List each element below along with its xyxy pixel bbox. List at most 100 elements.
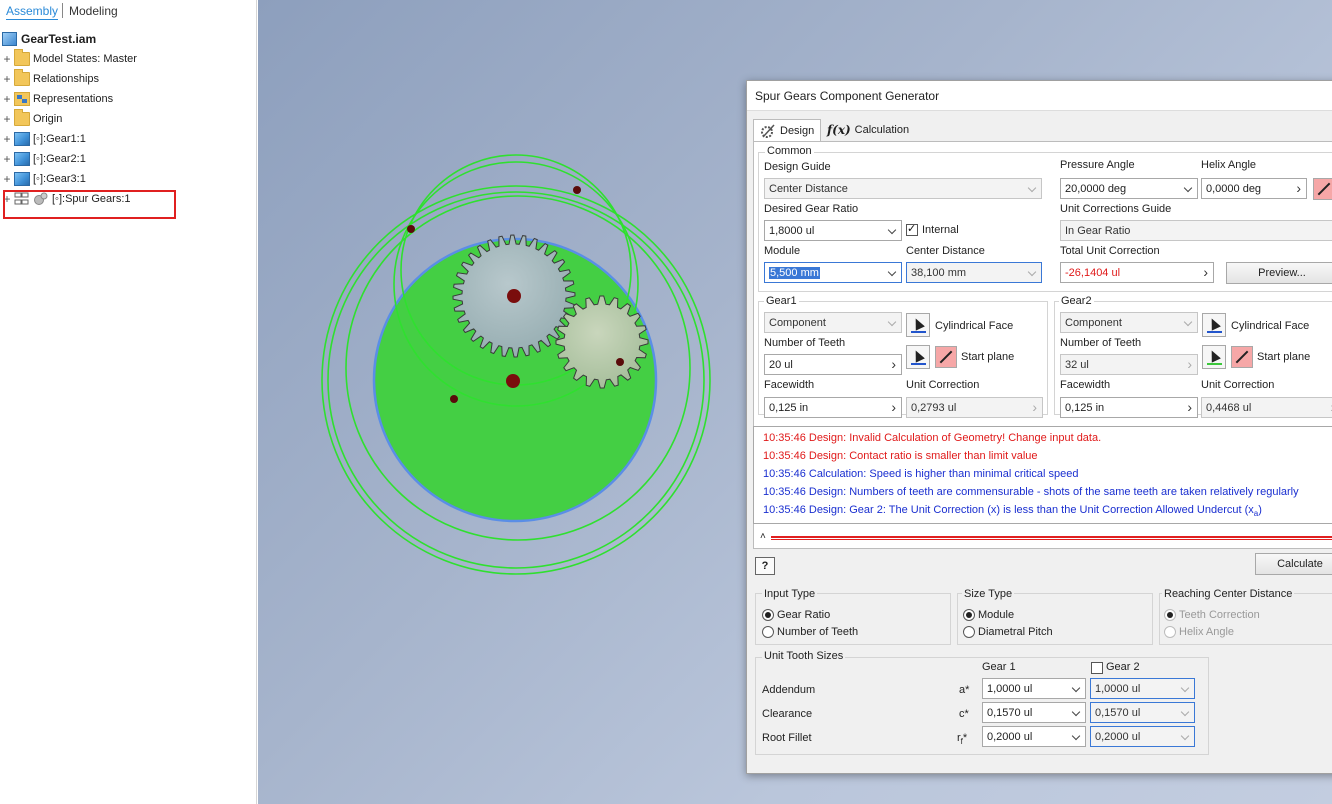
representations-icon xyxy=(14,92,30,106)
tab-modeling[interactable]: Modeling xyxy=(69,4,118,18)
helix-angle-radio-label: Helix Angle xyxy=(1179,626,1235,638)
gear2-start-plane-label: Start plane xyxy=(1257,351,1311,363)
face-indicator-icon xyxy=(1207,331,1222,333)
folder-icon xyxy=(14,69,30,86)
root-fillet-symbol: rf* xyxy=(957,732,967,746)
selection-highlight xyxy=(3,190,176,219)
gear2-flip-button[interactable] xyxy=(1231,346,1253,368)
tree-item-relationships[interactable]: + Relationships xyxy=(0,69,99,89)
total-unit-corr-label: Total Unit Correction xyxy=(1060,245,1160,257)
calculate-button[interactable]: Calculate xyxy=(1255,553,1332,575)
gear1-group-label: Gear1 xyxy=(764,295,799,307)
tree-item-gear2[interactable]: + [◦]:Gear2:1 xyxy=(0,149,86,169)
number-of-teeth-label: Number of Teeth xyxy=(777,626,859,638)
reaching-center-distance-label: Reaching Center Distance xyxy=(1162,588,1295,600)
tree-root[interactable]: GearTest.iam xyxy=(2,31,96,47)
gear2-column-checkbox[interactable] xyxy=(1091,662,1103,674)
root-fillet-gear1-select[interactable]: 0,2000 ul xyxy=(982,726,1086,747)
gear1-unit-corr-label: Unit Correction xyxy=(906,379,980,391)
gear2-facewidth-input[interactable]: 0,125 in xyxy=(1060,397,1198,418)
tree-item-label: [◦]:Gear1:1 xyxy=(33,133,86,145)
pressure-angle-select[interactable]: 20,0000 deg xyxy=(1060,178,1198,199)
desired-ratio-label: Desired Gear Ratio xyxy=(764,203,859,215)
gear-ratio-radio[interactable] xyxy=(762,609,774,621)
gear1-cylindrical-face-button[interactable] xyxy=(906,313,930,337)
addendum-label: Addendum xyxy=(762,684,816,696)
diametral-pitch-label: Diametral Pitch xyxy=(978,626,1053,638)
addendum-gear2-select[interactable]: 1,0000 ul xyxy=(1090,678,1195,699)
gear1-unit-corr-input[interactable]: 0,2793 ul xyxy=(906,397,1043,418)
internal-label: Internal xyxy=(922,224,959,236)
gear2-teeth-input[interactable]: 32 ul xyxy=(1060,354,1198,375)
expand-icon[interactable]: + xyxy=(0,173,14,185)
desired-ratio-select[interactable]: 1,8000 ul xyxy=(764,220,902,241)
design-guide-select[interactable]: Center Distance xyxy=(764,178,1042,199)
module-value: 5,500 mm xyxy=(769,266,820,279)
tab-design[interactable]: Design xyxy=(753,119,822,142)
message-line: 10:35:46 Calculation: Speed is higher th… xyxy=(763,468,1079,480)
tree-item-model-states[interactable]: + Model States: Master xyxy=(0,49,137,69)
tree-item-origin[interactable]: + Origin xyxy=(0,109,62,129)
center-distance-select[interactable]: 38,100 mm xyxy=(906,262,1042,283)
gear1-type-select[interactable]: Component xyxy=(764,312,902,333)
work-point xyxy=(450,395,458,403)
gear1-facewidth-label: Facewidth xyxy=(764,379,815,391)
internal-checkbox[interactable] xyxy=(906,222,918,236)
calculation-tab-icon: f(x) xyxy=(827,123,851,137)
unit-corr-guide-select[interactable]: In Gear Ratio xyxy=(1060,220,1332,241)
number-of-teeth-radio[interactable] xyxy=(762,626,774,638)
clearance-gear2-select[interactable]: 0,1570 ul xyxy=(1090,702,1195,723)
module-select[interactable]: 5,500 mm xyxy=(764,262,902,283)
gear1-teeth-label: Number of Teeth xyxy=(764,337,846,349)
center-distance-label: Center Distance xyxy=(906,245,985,257)
gear1-start-plane-button[interactable] xyxy=(906,345,930,369)
gear2-start-plane-button[interactable] xyxy=(1202,345,1226,369)
gear1-teeth-input[interactable]: 20 ul xyxy=(764,354,902,375)
gear1-facewidth-input[interactable]: 0,125 in xyxy=(764,397,902,418)
preview-button[interactable]: Preview... xyxy=(1226,262,1332,284)
work-point xyxy=(407,225,415,233)
gear2-unit-corr-input[interactable]: 0,4468 ul xyxy=(1201,397,1332,418)
message-log[interactable]: 10:35:46 Design: Invalid Calculation of … xyxy=(753,426,1332,524)
clearance-gear1-select[interactable]: 0,1570 ul xyxy=(982,702,1086,723)
work-point xyxy=(573,186,581,194)
helix-angle-radio[interactable] xyxy=(1164,626,1176,638)
teeth-correction-radio[interactable] xyxy=(1164,609,1176,621)
helix-direction-button[interactable] xyxy=(1313,178,1332,200)
module-radio[interactable] xyxy=(963,609,975,621)
help-button[interactable]: ? xyxy=(755,557,775,575)
root-fillet-gear2-select[interactable]: 0,2000 ul xyxy=(1090,726,1195,747)
clearance-symbol: c* xyxy=(959,708,969,720)
helix-angle-input[interactable]: 0,0000 deg xyxy=(1201,178,1307,199)
tab-calculation-label: Calculation xyxy=(854,124,910,136)
size-type-label: Size Type xyxy=(962,588,1015,600)
gear1-flip-button[interactable] xyxy=(935,346,957,368)
tab-calculation[interactable]: f(x) Calculation xyxy=(821,119,915,141)
expand-icon[interactable]: + xyxy=(0,53,14,65)
gear2-cylindrical-face-button[interactable] xyxy=(1202,313,1226,337)
expand-icon[interactable]: + xyxy=(0,133,14,145)
gear-center-point xyxy=(616,358,624,366)
message-line: 10:35:46 Design: Numbers of teeth are co… xyxy=(763,486,1299,498)
gear2-cyl-face-label: Cylindrical Face xyxy=(1231,320,1310,332)
gear-ratio-label: Gear Ratio xyxy=(777,609,831,621)
helix-angle-label: Helix Angle xyxy=(1201,159,1257,171)
addendum-gear1-select[interactable]: 1,0000 ul xyxy=(982,678,1086,699)
tab-assembly[interactable]: Assembly xyxy=(6,4,59,20)
gear2-teeth-label: Number of Teeth xyxy=(1060,337,1142,349)
root-fillet-symbol-tail: * xyxy=(962,732,968,744)
expand-icon[interactable]: + xyxy=(0,113,14,125)
gear2-type-select[interactable]: Component xyxy=(1060,312,1198,333)
tree-item-representations[interactable]: + Representations xyxy=(0,89,113,109)
diametral-pitch-radio[interactable] xyxy=(963,626,975,638)
message-splitter[interactable]: ˄ xyxy=(753,531,1332,544)
tree-item-gear1[interactable]: + [◦]:Gear1:1 xyxy=(0,129,86,149)
expand-icon[interactable]: + xyxy=(0,153,14,165)
expand-icon[interactable]: + xyxy=(0,93,14,105)
gear2-facewidth-label: Facewidth xyxy=(1060,379,1111,391)
tree-item-gear3[interactable]: + [◦]:Gear3:1 xyxy=(0,169,86,189)
collapse-chevron-icon[interactable]: ˄ xyxy=(760,531,766,542)
total-unit-corr-input[interactable]: -26,1404 ul xyxy=(1060,262,1214,283)
folder-icon xyxy=(14,49,30,66)
expand-icon[interactable]: + xyxy=(0,73,14,85)
